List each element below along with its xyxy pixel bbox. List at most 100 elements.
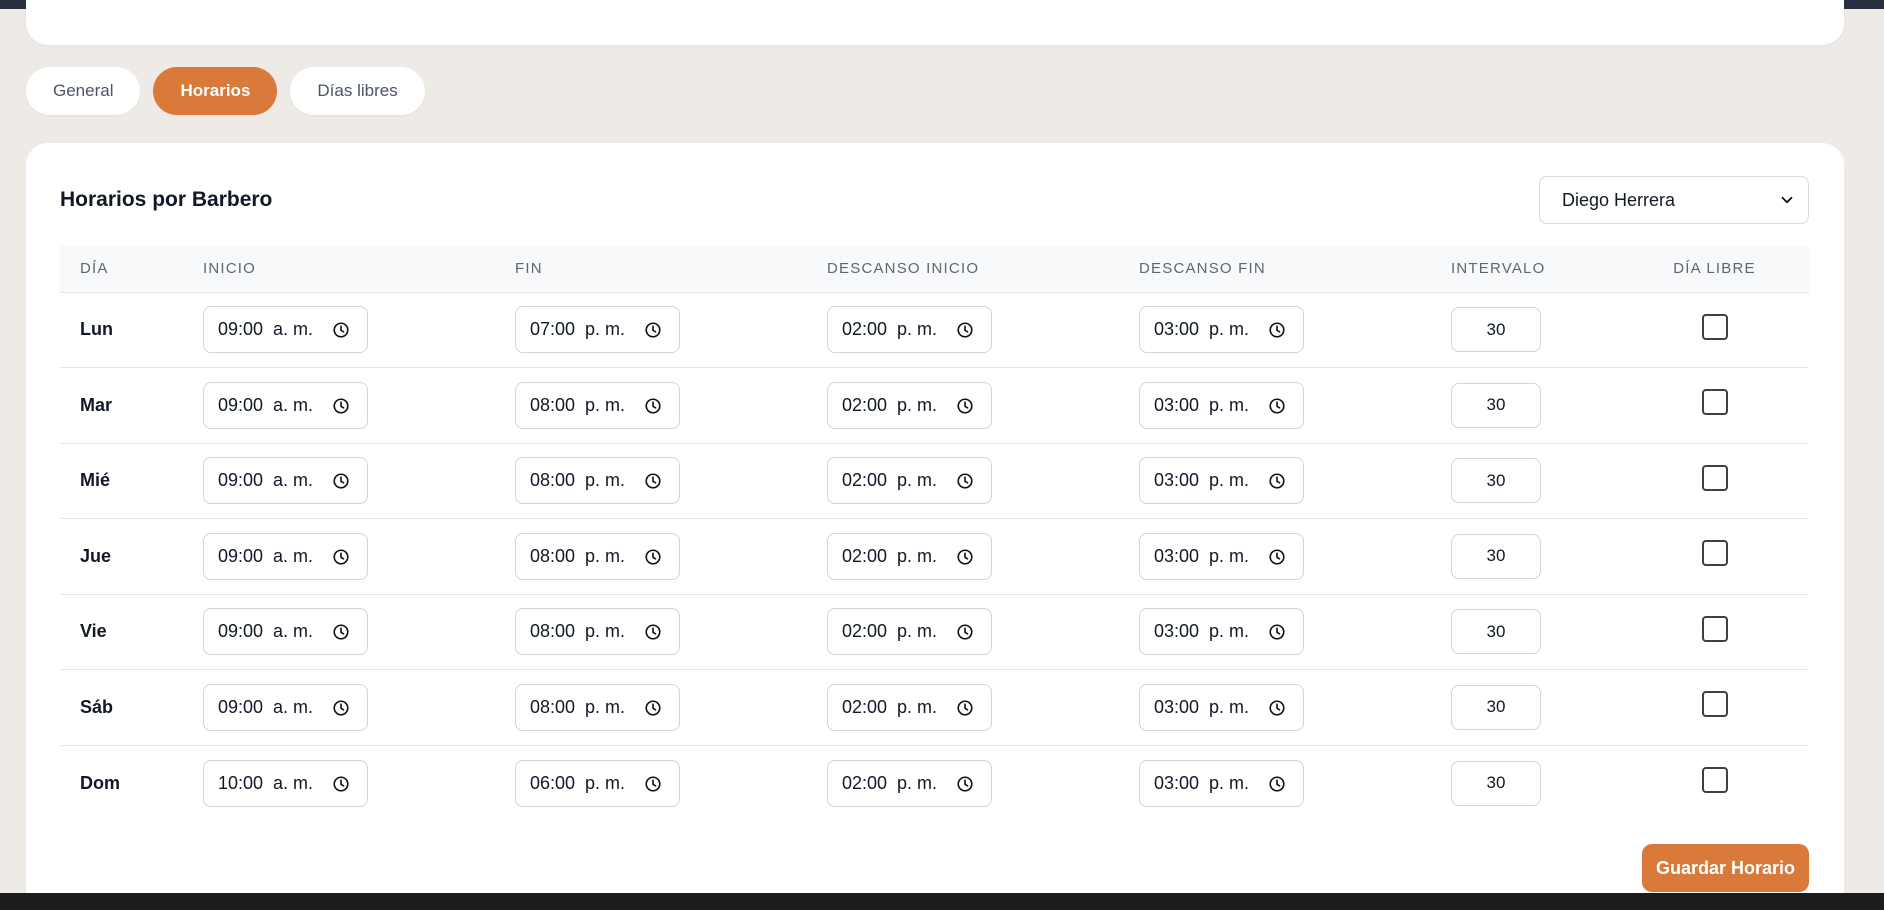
break-end-time-input[interactable]: 03:00 p. m. <box>1139 683 1304 731</box>
interval-input[interactable]: 30 <box>1451 684 1541 730</box>
clock-icon[interactable] <box>956 775 974 793</box>
clock-icon[interactable] <box>644 623 662 641</box>
tab-general[interactable]: General <box>26 67 141 115</box>
clock-icon[interactable] <box>1268 321 1286 339</box>
end-time-value: 08:00 p. m. <box>530 696 626 717</box>
start-time-input[interactable]: 09:00 a. m. <box>203 683 368 731</box>
day-off-checkbox[interactable] <box>1701 691 1728 718</box>
end-time-input[interactable]: 06:00 p. m. <box>515 759 680 807</box>
clock-icon[interactable] <box>332 699 350 717</box>
clock-icon[interactable] <box>644 321 662 339</box>
break-end-time-input[interactable]: 03:00 p. m. <box>1139 608 1304 656</box>
end-time-value: 08:00 p. m. <box>530 545 626 566</box>
interval-cell: 30 <box>1431 518 1620 595</box>
clock-icon[interactable] <box>956 548 974 566</box>
top-card <box>26 0 1844 45</box>
start-time-input[interactable]: 09:00 a. m. <box>203 608 368 656</box>
break-end-time-input[interactable]: 03:00 p. m. <box>1139 759 1304 807</box>
clock-icon[interactable] <box>332 397 350 415</box>
interval-input[interactable]: 30 <box>1451 760 1541 806</box>
break-start-time-input[interactable]: 02:00 p. m. <box>827 759 992 807</box>
clock-icon[interactable] <box>644 775 662 793</box>
end-time-input[interactable]: 08:00 p. m. <box>515 457 680 505</box>
day-off-checkbox[interactable] <box>1701 313 1728 340</box>
interval-input[interactable]: 30 <box>1451 533 1541 579</box>
day-off-checkbox[interactable] <box>1701 464 1728 491</box>
end-time-value: 07:00 p. m. <box>530 319 626 340</box>
break-start-time-input[interactable]: 02:00 p. m. <box>827 306 992 354</box>
break-end-time-value: 03:00 p. m. <box>1154 470 1250 491</box>
table-header-row: DÍA INICIO FIN DESCANSO INICIO DESCANSO … <box>60 246 1809 293</box>
end-time-input[interactable]: 08:00 p. m. <box>515 683 680 731</box>
clock-icon[interactable] <box>644 548 662 566</box>
break-start-time-input[interactable]: 02:00 p. m. <box>827 532 992 580</box>
end-time-input[interactable]: 08:00 p. m. <box>515 532 680 580</box>
break-start-time-input[interactable]: 02:00 p. m. <box>827 381 992 429</box>
day-off-checkbox[interactable] <box>1701 389 1728 416</box>
break-end-time-input[interactable]: 03:00 p. m. <box>1139 381 1304 429</box>
start-time-cell: 09:00 a. m. <box>183 518 495 595</box>
interval-cell: 30 <box>1431 669 1620 746</box>
break-end-time-input[interactable]: 03:00 p. m. <box>1139 532 1304 580</box>
clock-icon[interactable] <box>332 548 350 566</box>
interval-input[interactable]: 30 <box>1451 458 1541 504</box>
clock-icon[interactable] <box>1268 472 1286 490</box>
clock-icon[interactable] <box>956 321 974 339</box>
start-time-input[interactable]: 10:00 a. m. <box>203 759 368 807</box>
start-time-cell: 09:00 a. m. <box>183 669 495 746</box>
break-start-time-value: 02:00 p. m. <box>842 319 938 340</box>
column-header-interval: INTERVALO <box>1431 246 1620 293</box>
clock-icon[interactable] <box>644 699 662 717</box>
break-start-time-value: 02:00 p. m. <box>842 545 938 566</box>
start-time-value: 09:00 a. m. <box>218 621 314 642</box>
day-off-checkbox[interactable] <box>1701 615 1728 642</box>
clock-icon[interactable] <box>644 472 662 490</box>
day-off-checkbox[interactable] <box>1701 540 1728 567</box>
clock-icon[interactable] <box>332 321 350 339</box>
clock-icon[interactable] <box>956 623 974 641</box>
clock-icon[interactable] <box>332 775 350 793</box>
start-time-input[interactable]: 09:00 a. m. <box>203 306 368 354</box>
clock-icon[interactable] <box>956 699 974 717</box>
barber-select[interactable]: Diego Herrera <box>1539 176 1809 224</box>
interval-input[interactable]: 30 <box>1451 382 1541 428</box>
day-off-checkbox[interactable] <box>1701 767 1728 793</box>
interval-input[interactable]: 30 <box>1451 609 1541 655</box>
interval-input[interactable]: 30 <box>1451 307 1541 353</box>
break-start-time-input[interactable]: 02:00 p. m. <box>827 608 992 656</box>
start-time-input[interactable]: 09:00 a. m. <box>203 532 368 580</box>
end-time-input[interactable]: 08:00 p. m. <box>515 381 680 429</box>
clock-icon[interactable] <box>332 472 350 490</box>
start-time-value: 09:00 a. m. <box>218 470 314 491</box>
end-time-value: 08:00 p. m. <box>530 394 626 415</box>
tab-dias-libres[interactable]: Días libres <box>290 67 425 115</box>
break-start-time-input[interactable]: 02:00 p. m. <box>827 457 992 505</box>
end-time-input[interactable]: 07:00 p. m. <box>515 306 680 354</box>
break-start-time-cell: 02:00 p. m. <box>807 292 1119 368</box>
clock-icon[interactable] <box>332 623 350 641</box>
start-time-value: 09:00 a. m. <box>218 696 314 717</box>
day-label: Vie <box>60 594 183 670</box>
clock-icon[interactable] <box>1268 548 1286 566</box>
start-time-value: 10:00 a. m. <box>218 772 314 793</box>
break-start-time-cell: 02:00 p. m. <box>807 594 1119 670</box>
break-end-time-value: 03:00 p. m. <box>1154 394 1250 415</box>
clock-icon[interactable] <box>1268 699 1286 717</box>
break-end-time-input[interactable]: 03:00 p. m. <box>1139 306 1304 354</box>
clock-icon[interactable] <box>1268 623 1286 641</box>
break-start-time-input[interactable]: 02:00 p. m. <box>827 683 992 731</box>
start-time-input[interactable]: 09:00 a. m. <box>203 381 368 429</box>
column-header-break-end: DESCANSO FIN <box>1119 246 1431 293</box>
break-end-time-input[interactable]: 03:00 p. m. <box>1139 457 1304 505</box>
tab-horarios[interactable]: Horarios <box>153 67 278 115</box>
start-time-input[interactable]: 09:00 a. m. <box>203 457 368 505</box>
clock-icon[interactable] <box>644 397 662 415</box>
clock-icon[interactable] <box>956 397 974 415</box>
clock-icon[interactable] <box>956 472 974 490</box>
end-time-cell: 08:00 p. m. <box>495 443 807 519</box>
table-row: Dom 10:00 a. m. 06:00 p. m. 02:00 p. m. 03:0… <box>60 745 1809 821</box>
clock-icon[interactable] <box>1268 775 1286 793</box>
clock-icon[interactable] <box>1268 397 1286 415</box>
save-schedule-button[interactable]: Guardar Horario <box>1642 844 1809 892</box>
end-time-input[interactable]: 08:00 p. m. <box>515 608 680 656</box>
